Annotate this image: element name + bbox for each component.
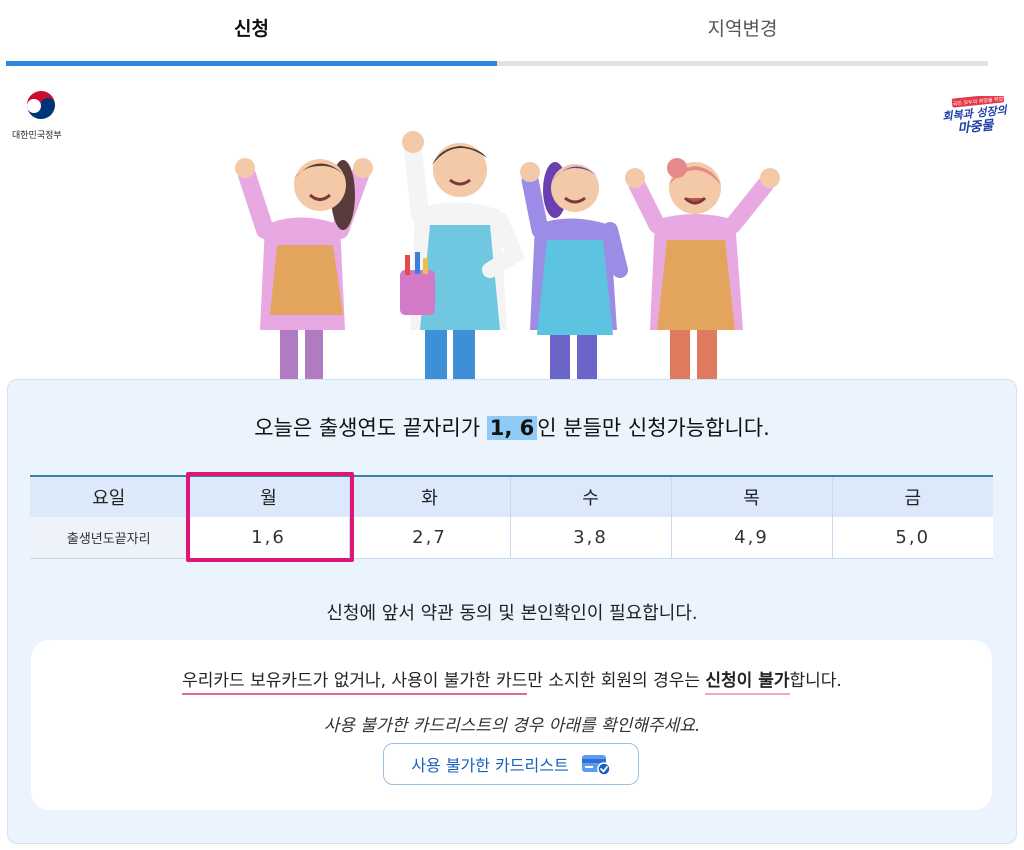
schedule-row-label: 출생년도끝자리 — [30, 517, 189, 558]
schedule-digits-tue: 2,7 — [349, 517, 511, 558]
campaign-logo: 국민 모두의 희망을 위한 회복과 성장의 마중물 — [942, 96, 1009, 136]
today-eligibility-headline: 오늘은 출생연도 끝자리가 1, 6인 분들만 신청가능합니다. — [0, 412, 1024, 442]
tab-region-change[interactable]: 지역변경 — [497, 0, 988, 66]
headline-prefix: 오늘은 출생연도 끝자리가 — [254, 416, 487, 440]
warning-no-card-text: 우리카드 보유카드가 없거나, 사용이 불가한 카드 — [182, 671, 528, 695]
gov-logo-text: 대한민국정부 — [12, 131, 62, 141]
korean-government-logo: 대한민국정부 — [12, 90, 74, 141]
credit-card-check-icon — [581, 755, 611, 776]
birth-year-schedule-table: 요일 월 화 수 목 금 출생년도끝자리 1,6 2,7 3,8 4,9 5,0 — [30, 475, 993, 559]
headline-suffix: 인 분들만 신청가능합니다. — [537, 416, 770, 440]
warning-suffix-text: 합니다. — [789, 671, 842, 691]
schedule-header-label: 요일 — [30, 476, 189, 517]
schedule-day-tue: 화 — [349, 476, 511, 517]
schedule-digits-row: 출생년도끝자리 1,6 2,7 3,8 4,9 5,0 — [30, 517, 993, 558]
schedule-digits-wed: 3,8 — [510, 517, 672, 558]
headline-digits-highlight: 1, 6 — [486, 416, 538, 440]
schedule-day-mon: 월 — [188, 476, 350, 517]
tab-bar: 신청 지역변경 — [6, 0, 988, 66]
tab-region-change-label: 지역변경 — [707, 18, 778, 40]
worker-2-figure — [400, 131, 526, 380]
unusable-card-hint: 사용 불가한 카드리스트의 경우 아래를 확인해주세요. — [323, 716, 701, 736]
schedule-day-wed: 수 — [510, 476, 672, 517]
schedule-day-fri: 금 — [904, 488, 922, 509]
unusable-card-list-label: 사용 불가한 카드리스트 — [411, 756, 569, 775]
schedule-digits-fri: 5,0 — [895, 526, 931, 548]
schedule-day-thu: 목 — [671, 476, 833, 517]
warning-member-text: 만 소지한 회원의 경우는 — [527, 671, 706, 691]
schedule-header-row: 요일 월 화 수 목 금 — [30, 476, 993, 517]
schedule-digits-thu: 4,9 — [671, 517, 833, 558]
worker-3-figure — [520, 162, 628, 380]
verification-notice: 신청에 앞서 약관 동의 및 본인확인이 필요합니다. — [326, 603, 698, 624]
schedule-digits-mon: 1,6 — [188, 517, 350, 558]
worker-4-figure — [625, 158, 780, 380]
unusable-card-list-button[interactable]: 사용 불가한 카드리스트 — [383, 743, 639, 785]
cheering-workers-illustration — [235, 131, 780, 380]
card-warning-text: 우리카드 보유카드가 없거나, 사용이 불가한 카드만 소지한 회원의 경우는 … — [0, 666, 1024, 695]
taegeuk-emblem-icon — [25, 90, 57, 123]
tab-apply-label: 신청 — [234, 18, 269, 40]
worker-1-figure — [235, 158, 373, 380]
tab-apply[interactable]: 신청 — [6, 0, 497, 66]
warning-not-allowed-text: 신청이 불가 — [705, 671, 790, 695]
